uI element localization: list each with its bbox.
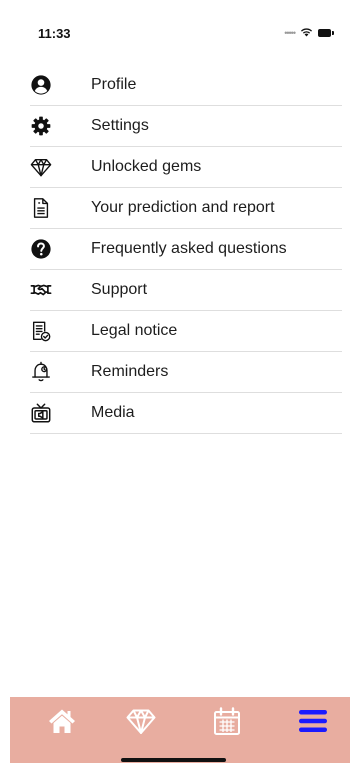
- menu-item-label: Legal notice: [91, 322, 178, 339]
- menu-item-reminders[interactable]: Reminders: [30, 352, 342, 393]
- gear-icon: [30, 115, 52, 137]
- calendar-icon: [211, 705, 243, 742]
- tab-bar: [10, 697, 350, 763]
- bell-icon: [30, 361, 52, 383]
- menu-item-faq[interactable]: Frequently asked questions: [30, 229, 342, 270]
- menu-item-label: Profile: [91, 76, 137, 93]
- status-time: 11:33: [38, 26, 71, 41]
- handshake-icon: [30, 279, 52, 301]
- menu-item-support[interactable]: Support: [30, 270, 342, 311]
- wifi-icon: [300, 24, 313, 42]
- home-icon: [46, 705, 78, 742]
- menu-item-label: Support: [91, 281, 148, 298]
- home-indicator: [121, 758, 226, 762]
- status-bar: 11:33 •••••: [0, 0, 350, 60]
- menu-item-label: Unlocked gems: [91, 158, 202, 175]
- tab-calendar[interactable]: [197, 697, 257, 749]
- profile-icon: [30, 74, 52, 96]
- menu-item-label: Media: [91, 404, 135, 421]
- menu-list: Profile Settings Unlocked gems Your pred…: [30, 65, 342, 434]
- tv-icon: [30, 402, 52, 424]
- menu-icon: [297, 705, 329, 742]
- question-icon: [30, 238, 52, 260]
- gem-icon: [125, 705, 157, 742]
- battery-icon: [318, 29, 334, 37]
- tab-menu[interactable]: [283, 697, 343, 749]
- menu-item-profile[interactable]: Profile: [30, 65, 342, 106]
- status-indicators: •••••: [284, 24, 334, 42]
- menu-item-media[interactable]: Media: [30, 393, 342, 434]
- menu-item-label: Frequently asked questions: [91, 240, 287, 257]
- menu-item-label: Reminders: [91, 363, 169, 380]
- gem-icon: [30, 156, 52, 178]
- menu-item-label: Settings: [91, 117, 149, 134]
- tab-gems[interactable]: [111, 697, 171, 749]
- tab-home[interactable]: [32, 697, 92, 749]
- menu-item-unlocked-gems[interactable]: Unlocked gems: [30, 147, 342, 188]
- menu-item-label: Your prediction and report: [91, 199, 275, 216]
- signal-icon: •••••: [284, 28, 296, 38]
- legal-document-icon: [30, 320, 52, 342]
- menu-item-settings[interactable]: Settings: [30, 106, 342, 147]
- menu-item-your-prediction-and-report[interactable]: Your prediction and report: [30, 188, 342, 229]
- menu-item-legal-notice[interactable]: Legal notice: [30, 311, 342, 352]
- document-icon: [30, 197, 52, 219]
